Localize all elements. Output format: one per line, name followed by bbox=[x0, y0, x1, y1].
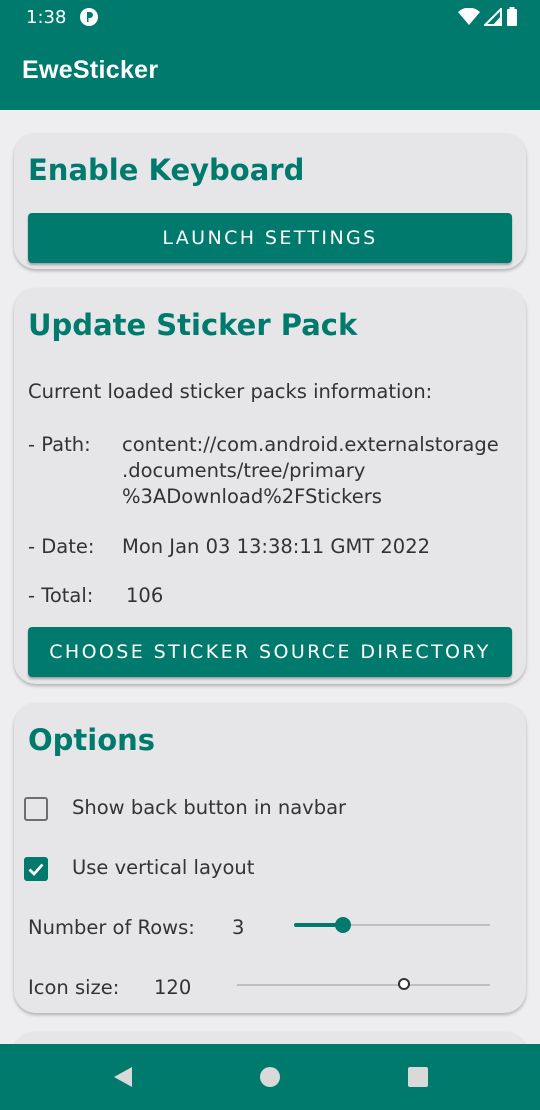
status-time: 1:38 bbox=[26, 7, 67, 28]
app-bar: EweSticker bbox=[0, 34, 540, 110]
show-back-button-label[interactable]: Show back button in navbar bbox=[72, 796, 346, 819]
rows-slider-thumb[interactable] bbox=[335, 917, 351, 933]
recents-nav-icon[interactable] bbox=[407, 1066, 429, 1088]
rows-slider[interactable] bbox=[294, 913, 490, 937]
options-card: Options Show back button in navbar Use v… bbox=[14, 703, 526, 1013]
checkmark-icon bbox=[28, 863, 44, 877]
icon-size-slider[interactable] bbox=[237, 973, 490, 997]
home-nav-icon[interactable] bbox=[259, 1066, 281, 1088]
date-label: - Date: bbox=[28, 535, 95, 558]
total-value: 106 bbox=[126, 584, 164, 607]
path-value-line-3: %3ADownload%2FStickers bbox=[122, 485, 382, 508]
show-back-button-checkbox[interactable] bbox=[24, 797, 48, 821]
total-label: - Total: bbox=[28, 584, 94, 607]
status-bar: 1:38 bbox=[0, 0, 540, 34]
enable-keyboard-title: Enable Keyboard bbox=[28, 153, 305, 187]
enable-keyboard-card: Enable Keyboard LAUNCH SETTINGS bbox=[14, 133, 526, 269]
app-notification-icon bbox=[80, 8, 98, 26]
app-title: EweSticker bbox=[22, 56, 159, 84]
status-icons bbox=[458, 7, 518, 27]
rows-label: Number of Rows: bbox=[28, 916, 195, 939]
icon-size-value: 120 bbox=[154, 976, 192, 999]
update-sticker-pack-title: Update Sticker Pack bbox=[28, 308, 358, 342]
path-label: - Path: bbox=[28, 433, 91, 456]
path-value-line-1: content://com.android.externalstorage bbox=[122, 433, 499, 456]
vertical-layout-checkbox[interactable] bbox=[24, 857, 48, 881]
date-value: Mon Jan 03 13:38:11 GMT 2022 bbox=[122, 535, 431, 558]
signal-icon bbox=[484, 8, 502, 26]
back-nav-icon[interactable] bbox=[112, 1066, 134, 1088]
vertical-layout-label[interactable]: Use vertical layout bbox=[72, 856, 254, 879]
battery-icon bbox=[507, 7, 517, 26]
choose-sticker-source-button[interactable]: CHOOSE STICKER SOURCE DIRECTORY bbox=[28, 627, 512, 677]
icon-size-label: Icon size: bbox=[28, 976, 120, 999]
sticker-info-intro: Current loaded sticker packs information… bbox=[28, 380, 433, 403]
path-value-line-2: .documents/tree/primary bbox=[122, 459, 366, 482]
icon-size-slider-track bbox=[237, 984, 490, 986]
options-title: Options bbox=[28, 723, 156, 757]
wifi-icon bbox=[458, 8, 480, 25]
update-sticker-pack-card: Update Sticker Pack Current loaded stick… bbox=[14, 288, 526, 684]
rows-value: 3 bbox=[232, 916, 245, 939]
launch-settings-button[interactable]: LAUNCH SETTINGS bbox=[28, 213, 512, 263]
icon-size-slider-thumb[interactable] bbox=[397, 978, 410, 990]
navigation-bar bbox=[0, 1044, 540, 1110]
